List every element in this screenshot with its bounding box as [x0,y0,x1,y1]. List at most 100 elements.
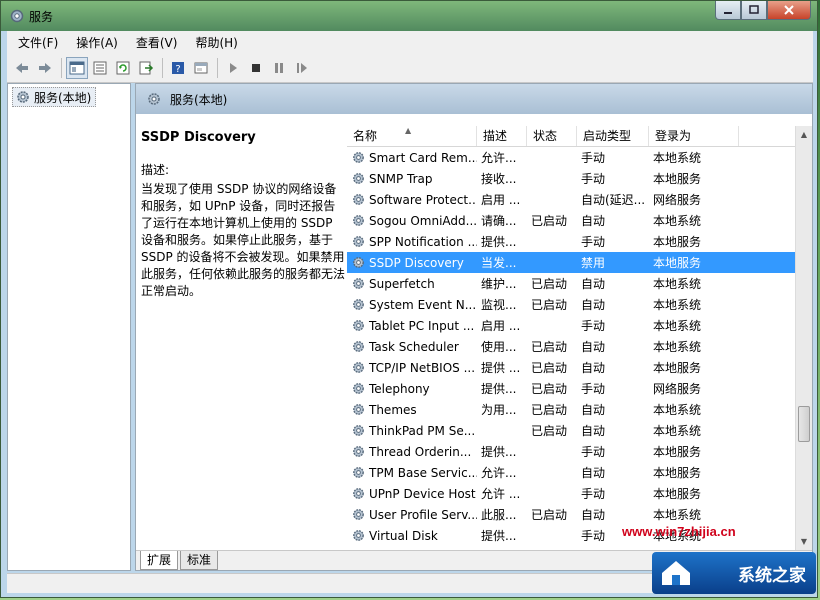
table-row[interactable]: TCP/IP NetBIOS ... 提供 ... 已启动 自动 本地服务 [347,357,795,378]
vertical-scrollbar[interactable]: ▲ ▼ [795,126,812,550]
scroll-up-icon[interactable]: ▲ [796,126,812,143]
table-row[interactable]: Software Protect... 启用 ... 自动(延迟... 网络服务 [347,189,795,210]
table-row[interactable]: System Event N... 监视... 已启动 自动 本地系统 [347,294,795,315]
restart-service-button[interactable] [291,57,313,79]
minimize-button[interactable] [715,1,741,20]
service-gear-icon [353,467,364,478]
show-console-tree-button[interactable] [66,56,88,79]
cell-description: 提供... [481,235,517,249]
cell-logon-as: 本地系统 [653,298,702,312]
service-description-pane: SSDP Discovery 描述: 当发现了使用 SSDP 协议的网络设备和服… [141,130,346,300]
menu-file[interactable]: 文件(F) [11,34,65,51]
cell-startup-type: 自动 [581,298,606,312]
cell-description: 提供 ... [481,361,521,375]
back-button[interactable] [11,57,33,79]
table-row[interactable]: SPP Notification ... 提供... 手动 本地服务 [347,231,795,252]
play-icon [230,62,237,73]
gear-icon [17,91,29,103]
cell-description: 允许... [481,151,517,165]
menu-view[interactable]: 查看(V) [129,34,185,51]
cell-startup-type: 自动 [581,508,606,522]
cell-name: Thread Orderin... [347,444,477,459]
table-row[interactable]: Tablet PC Input ... 启用 ... 手动 本地系统 [347,315,795,336]
service-gear-icon [353,173,364,184]
cell-description: 此服... [481,508,517,522]
tab-extended[interactable]: 扩展 [140,551,179,570]
service-gear-icon [353,194,364,205]
cell-status: 已启动 [531,382,568,396]
table-row[interactable]: SNMP Trap 接收... 手动 本地服务 [347,168,795,189]
properties-list-button[interactable] [89,57,111,79]
scroll-down-icon[interactable]: ▼ [796,533,812,550]
panel-header: 服务(本地) [136,84,812,114]
forward-button[interactable] [34,57,56,79]
cell-name: Virtual Disk [347,528,477,543]
cell-description: 提供... [481,382,517,396]
cell-description: 维护... [481,277,517,291]
cell-name: ThinkPad PM Se... [347,423,477,438]
table-row[interactable]: User Profile Serv... 此服... 已启动 自动 本地系统 [347,504,795,525]
tree-node-services-local[interactable]: 服务(本地) [12,87,97,107]
table-header: 名称 ▲ 描述 状态 启动类型 登录为 [347,126,795,147]
maximize-button[interactable] [741,1,767,20]
services-window: 服务 文件(F) 操作(A) 查看(V) 帮助(H) ? 服务(本地) 服务(本… [0,0,818,598]
panel-header-title: 服务(本地) [170,92,228,107]
properties-button[interactable] [190,57,212,79]
cell-name: Telephony [347,381,477,396]
table-row[interactable]: Sogou OmniAdd... 请确... 已启动 自动 本地系统 [347,210,795,231]
cell-logon-as: 本地系统 [653,340,702,354]
export-list-button[interactable] [135,57,157,79]
selected-service-title: SSDP Discovery [141,130,256,145]
table-row[interactable]: Task Scheduler 使用... 已启动 自动 本地系统 [347,336,795,357]
table-row[interactable]: ThinkPad PM Se... 已启动 自动 本地系统 [347,420,795,441]
window-title: 服务 [29,10,54,24]
service-name: ThinkPad PM Se... [369,423,476,438]
watermark-url: www.win7zhijia.cn [622,524,736,539]
table-row[interactable]: Telephony 提供... 已启动 手动 网络服务 [347,378,795,399]
refresh-button[interactable] [112,57,134,79]
service-gear-icon [353,215,364,226]
tab-standard[interactable]: 标准 [180,551,219,570]
services-table: 名称 ▲ 描述 状态 启动类型 登录为 Smart Card Rem... 允许.… [347,126,795,550]
help-button[interactable]: ? [167,57,189,79]
cell-name: UPnP Device Host [347,486,477,501]
service-name: Thread Orderin... [369,444,472,459]
column-header-description[interactable]: 描述 [477,126,527,146]
cell-description: 为用... [481,403,517,417]
table-row[interactable]: SSDP Discovery 当发... 禁用 本地服务 [347,252,795,273]
export-icon [139,61,154,74]
table-row[interactable]: Themes 为用... 已启动 自动 本地系统 [347,399,795,420]
table-row[interactable]: UPnP Device Host 允许 ... 手动 本地服务 [347,483,795,504]
restart-icon [297,62,307,73]
menu-action[interactable]: 操作(A) [69,34,125,51]
cell-name: Themes [347,402,477,417]
table-row[interactable]: Thread Orderin... 提供... 手动 本地服务 [347,441,795,462]
toolbar-separator [162,57,163,78]
cell-description: 请确... [481,214,517,228]
svg-text:?: ? [175,64,180,75]
pause-service-button[interactable] [268,57,290,79]
table-row[interactable]: Superfetch 维护... 已启动 自动 本地系统 [347,273,795,294]
column-header-name[interactable]: 名称 ▲ [347,126,477,146]
cell-name: Software Protect... [347,192,477,207]
title-bar[interactable]: 服务 [1,1,817,31]
service-name: SNMP Trap [369,171,433,186]
table-row[interactable]: TPM Base Servic... 允许... 自动 本地服务 [347,462,795,483]
cell-startup-type: 自动(延迟... [581,193,646,207]
column-header-logon-as[interactable]: 登录为 [649,126,739,146]
table-row[interactable]: Smart Card Rem... 允许... 手动 本地系统 [347,147,795,168]
close-button[interactable] [767,1,811,20]
column-header-startup-type[interactable]: 启动类型 [577,126,649,146]
cell-status: 已启动 [531,340,568,354]
scroll-thumb[interactable] [798,406,810,442]
cell-description: 允许... [481,466,517,480]
menu-help[interactable]: 帮助(H) [188,34,244,51]
column-header-status[interactable]: 状态 [527,126,577,146]
stop-service-button[interactable] [245,57,267,79]
close-icon [784,5,794,15]
start-service-button[interactable] [222,57,244,79]
gear-icon [148,93,160,105]
service-name: System Event N... [369,297,477,312]
cell-name: Task Scheduler [347,339,477,354]
cell-description: 允许 ... [481,487,521,501]
